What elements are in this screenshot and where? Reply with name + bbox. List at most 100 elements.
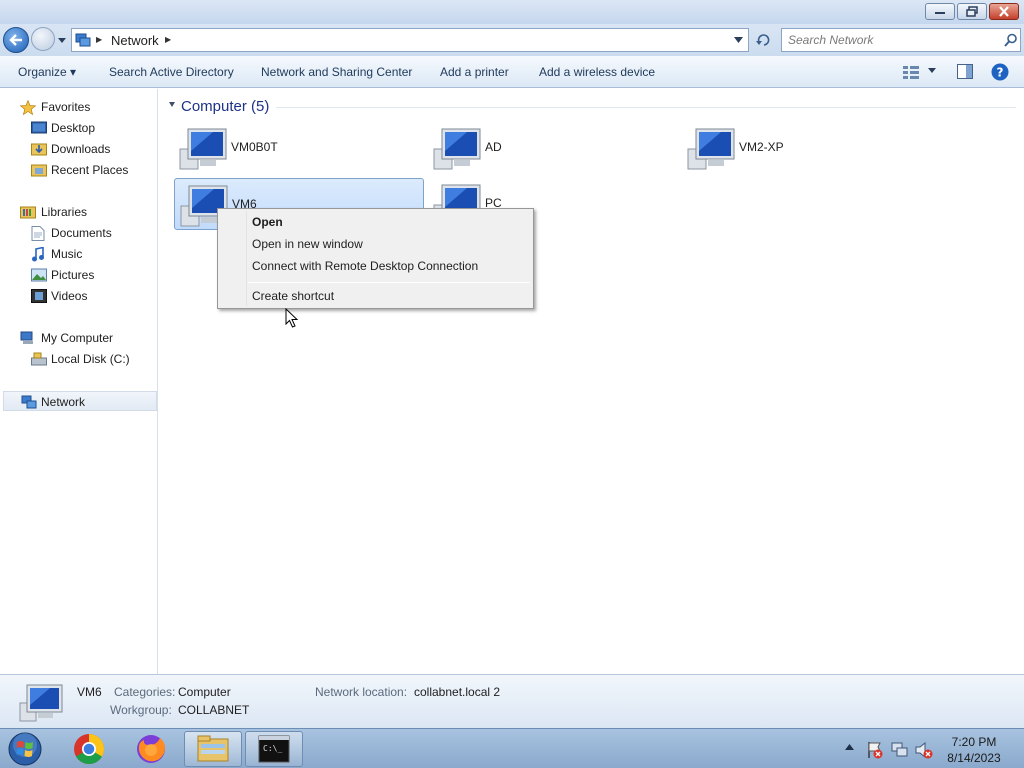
taskbar-chrome[interactable] <box>60 731 118 767</box>
taskbar-command-prompt[interactable]: C:\_ <box>245 731 303 767</box>
nav-videos-label: Videos <box>51 289 88 303</box>
computer-icon <box>687 128 735 170</box>
taskbar: C:\_ 7:20 PM 8/14/2023 <box>0 728 1024 768</box>
windows-start-orb-icon <box>8 732 42 766</box>
breadcrumb-separator[interactable]: ▶ <box>96 35 102 44</box>
organize-button[interactable]: Organize ▾ <box>18 65 76 79</box>
computer-item-ad[interactable]: AD <box>428 122 678 174</box>
chevron-down-icon <box>58 37 66 43</box>
network-status-icon[interactable] <box>891 741 909 759</box>
minimize-icon <box>935 11 945 14</box>
help-icon[interactable]: ? <box>991 63 1009 81</box>
start-button[interactable] <box>4 730 46 768</box>
refresh-icon <box>756 34 770 46</box>
clock-time[interactable]: 7:20 PM <box>938 735 1010 749</box>
change-view-icon[interactable] <box>902 65 920 79</box>
chrome-icon <box>74 733 104 765</box>
nav-documents[interactable]: Documents <box>0 223 158 243</box>
menu-item-open-new-window[interactable]: Open in new window <box>252 237 363 251</box>
history-dropdown-button[interactable] <box>57 35 67 45</box>
menu-item-remote-desktop[interactable]: Connect with Remote Desktop Connection <box>252 259 478 273</box>
details-pane: VM6 Categories: Computer Workgroup: COLL… <box>0 674 1024 728</box>
breadcrumb-separator[interactable]: ▶ <box>165 35 171 44</box>
menu-item-open[interactable]: Open <box>252 215 283 229</box>
nav-network-label: Network <box>41 395 86 409</box>
collapse-group-icon[interactable] <box>168 101 176 109</box>
search-icon[interactable] <box>1004 33 1018 47</box>
add-printer-button[interactable]: Add a printer <box>440 65 509 79</box>
details-location-value: collabnet.local 2 <box>414 685 501 699</box>
address-row: ▶ Network ▶ <box>0 24 1024 56</box>
breadcrumb-network[interactable]: Network <box>111 33 159 48</box>
chevron-down-icon[interactable] <box>928 68 936 73</box>
nav-downloads[interactable]: Downloads <box>0 139 158 159</box>
title-bar <box>0 0 1024 24</box>
command-bar: Organize ▾ Search Active Directory Netwo… <box>0 56 1024 88</box>
computer-item-label: AD <box>485 140 502 154</box>
nav-network[interactable]: Network <box>3 391 157 411</box>
forward-button[interactable] <box>31 27 55 51</box>
nav-desktop[interactable]: Desktop <box>0 118 158 138</box>
computer-item-vm0b0t[interactable]: VM0B0T <box>174 122 424 174</box>
volume-muted-icon[interactable] <box>915 741 933 759</box>
libraries-icon <box>20 206 36 219</box>
minimize-button[interactable] <box>925 3 955 20</box>
details-categories-value: Computer <box>178 685 231 699</box>
close-icon <box>999 6 1009 17</box>
svg-text:?: ? <box>997 66 1004 80</box>
search-box[interactable] <box>781 28 1021 52</box>
address-bar[interactable]: ▶ Network ▶ <box>71 28 749 52</box>
show-hidden-icons-icon[interactable] <box>845 744 854 750</box>
nav-music[interactable]: Music <box>0 244 158 264</box>
details-categories-label: Categories: <box>114 685 176 699</box>
downloads-folder-icon <box>31 143 47 156</box>
taskbar-explorer[interactable] <box>184 731 242 767</box>
nav-my-computer-label: My Computer <box>41 331 114 345</box>
back-button[interactable] <box>3 27 29 53</box>
nav-pictures-label: Pictures <box>51 268 95 282</box>
nav-documents-label: Documents <box>51 226 112 240</box>
clock-date[interactable]: 8/14/2023 <box>938 751 1010 765</box>
desktop-icon <box>31 121 47 134</box>
restore-button[interactable] <box>957 3 987 20</box>
nav-my-computer[interactable]: My Computer <box>0 328 158 348</box>
nav-music-label: Music <box>51 247 83 261</box>
details-location-label: Network location: <box>315 685 408 699</box>
nav-local-disk[interactable]: Local Disk (C:) <box>0 349 158 369</box>
search-active-directory-button[interactable]: Search Active Directory <box>109 65 234 79</box>
arrow-left-icon <box>9 34 22 46</box>
computer-item-vm2-xp[interactable]: VM2-XP <box>682 122 932 174</box>
nav-libraries-label: Libraries <box>41 205 88 219</box>
details-workgroup-value: COLLABNET <box>178 703 250 717</box>
close-button[interactable] <box>989 3 1019 20</box>
music-icon <box>32 247 44 262</box>
computer-item-label: VM0B0T <box>231 140 278 154</box>
group-divider <box>276 107 1016 108</box>
nav-libraries[interactable]: Libraries <box>0 202 158 222</box>
nav-local-disk-label: Local Disk (C:) <box>51 352 130 366</box>
network-sharing-center-button[interactable]: Network and Sharing Center <box>261 65 412 79</box>
menu-item-create-shortcut[interactable]: Create shortcut <box>252 289 334 303</box>
preview-pane-icon[interactable] <box>957 64 973 79</box>
search-input[interactable] <box>788 33 993 47</box>
details-workgroup-label: Workgroup: <box>110 703 172 717</box>
taskbar-firefox[interactable] <box>122 731 180 767</box>
mouse-cursor-icon <box>285 308 299 328</box>
group-header[interactable]: Computer (5) <box>181 98 269 115</box>
star-icon <box>20 100 36 115</box>
nav-pictures[interactable]: Pictures <box>0 265 158 285</box>
videos-icon <box>31 289 47 303</box>
nav-videos[interactable]: Videos <box>0 286 158 306</box>
nav-recent-places[interactable]: Recent Places <box>0 160 158 180</box>
refresh-button[interactable] <box>751 28 777 52</box>
chevron-down-icon[interactable] <box>734 37 743 43</box>
details-item-name: VM6 <box>77 685 102 699</box>
menu-separator <box>248 282 530 283</box>
action-center-flag-icon[interactable] <box>866 741 884 759</box>
computer-icon <box>20 331 33 344</box>
computer-item-label: VM2-XP <box>739 140 784 154</box>
nav-desktop-label: Desktop <box>51 121 96 135</box>
nav-favorites[interactable]: Favorites <box>0 97 158 117</box>
add-wireless-device-button[interactable]: Add a wireless device <box>539 65 655 79</box>
navigation-pane: Favorites Desktop Downloads Recent Place… <box>0 89 158 674</box>
